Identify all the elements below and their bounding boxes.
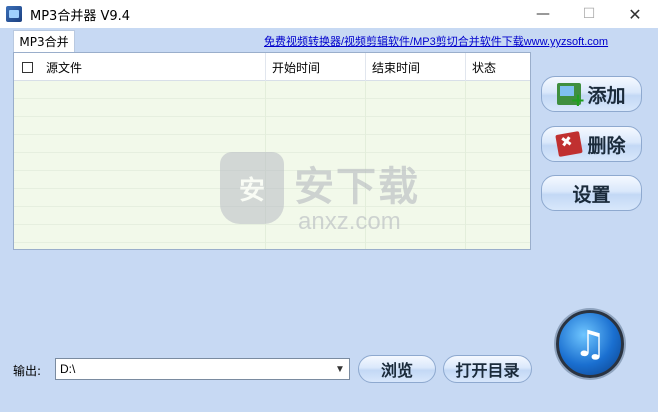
settings-button[interactable]: 设置	[541, 175, 642, 211]
music-note-icon[interactable]: ♫	[556, 310, 624, 378]
watermark: 安 安下载 anxz.com	[220, 152, 440, 242]
promo-link[interactable]: 免费视频转换器/视频剪辑软件/MP3剪切合并软件下载www.yyzsoft.co…	[264, 33, 608, 49]
output-label: 输出:	[13, 364, 42, 378]
column-header-start-time[interactable]: 开始时间	[266, 53, 366, 81]
tab-mp3-merge[interactable]: MP3合并	[13, 30, 75, 52]
add-file-icon	[557, 83, 585, 111]
chevron-down-icon[interactable]: ▼	[331, 359, 349, 379]
maximize-button[interactable]: ☐	[566, 0, 612, 28]
delete-file-icon	[555, 131, 584, 157]
list-header: 源文件 开始时间 结束时间 状态	[14, 53, 530, 81]
output-path-value: D:\	[60, 362, 76, 376]
title-bar: MP3合并器 V9.4 — ☐ ✕	[0, 0, 658, 28]
minimize-button[interactable]: —	[520, 0, 566, 28]
add-button-label: 添加	[587, 84, 626, 107]
open-directory-button[interactable]: 打开目录	[443, 355, 532, 383]
output-path-select[interactable]: D:\ ▼	[55, 358, 350, 380]
add-button[interactable]: 添加	[541, 76, 642, 112]
delete-button[interactable]: 删除	[541, 126, 642, 162]
select-all-checkbox[interactable]	[21, 61, 33, 73]
watermark-subtitle: anxz.com	[298, 208, 401, 235]
column-header-source[interactable]: 源文件	[40, 53, 266, 81]
watermark-shield-icon: 安	[220, 152, 284, 224]
column-header-end-time[interactable]: 结束时间	[366, 53, 466, 81]
app-icon	[6, 6, 22, 22]
window-title: MP3合并器 V9.4	[30, 8, 131, 24]
settings-button-label: 设置	[572, 183, 611, 206]
watermark-title: 安下载	[294, 164, 420, 210]
close-button[interactable]: ✕	[612, 0, 658, 28]
browse-button[interactable]: 浏览	[358, 355, 436, 383]
column-header-status[interactable]: 状态	[466, 53, 530, 81]
delete-button-label: 删除	[587, 134, 626, 157]
select-all-cell	[14, 53, 40, 81]
